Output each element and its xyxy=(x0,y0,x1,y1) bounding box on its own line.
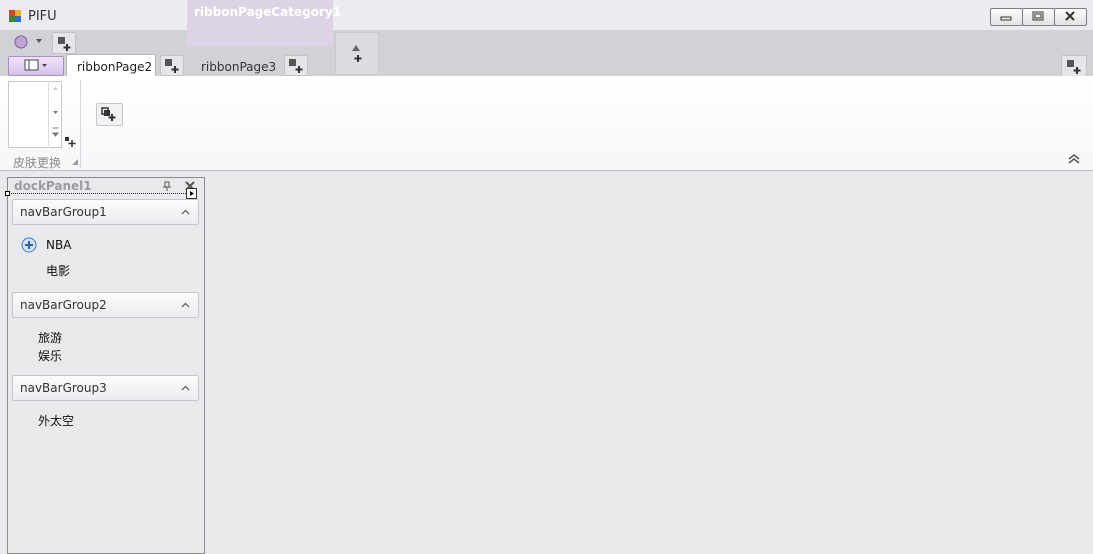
window-title: PIFU xyxy=(28,9,57,24)
pin-icon[interactable] xyxy=(162,181,172,191)
app-menu-icon[interactable] xyxy=(10,33,45,51)
chevron-up-icon[interactable] xyxy=(181,302,190,308)
app-icon xyxy=(9,10,21,22)
nav-item[interactable]: 娱乐 xyxy=(38,347,62,364)
nav-item[interactable]: 旅游 xyxy=(38,329,62,346)
nav-group-label: navBarGroup3 xyxy=(20,381,107,395)
add-item-icon xyxy=(1067,60,1081,74)
tab-add-button[interactable] xyxy=(160,55,184,76)
contextual-category-label: ribbonPageCategory1 xyxy=(194,5,341,19)
group-add-button[interactable] xyxy=(96,103,123,126)
nav-item[interactable]: NBA xyxy=(46,238,71,252)
workspace xyxy=(205,172,1093,552)
nav-item[interactable]: 电影 xyxy=(46,262,70,279)
add-item-icon xyxy=(58,37,71,51)
restore-icon xyxy=(1032,11,1044,21)
minimize-icon xyxy=(1000,16,1012,21)
chevron-up-icon[interactable] xyxy=(181,209,190,215)
category-add-button[interactable] xyxy=(335,32,379,75)
group-separator xyxy=(80,80,81,168)
add-item-icon xyxy=(101,107,116,121)
nav-group-label: navBarGroup2 xyxy=(20,298,107,312)
tab-add-button[interactable] xyxy=(284,55,308,76)
tab-ribbonpage3[interactable]: ribbonPage3 xyxy=(201,60,276,74)
collapse-ribbon-icon[interactable] xyxy=(1067,153,1081,165)
nav-item[interactable]: 外太空 xyxy=(38,412,74,429)
selection-outline xyxy=(7,193,190,195)
ribbon-group-caption: 皮肤更换 xyxy=(13,156,62,170)
dock-panel-caption: dockPanel1 xyxy=(14,179,92,193)
quick-access-add-button[interactable] xyxy=(52,32,76,54)
title-bar xyxy=(0,0,1093,31)
plus-circle-icon xyxy=(21,237,37,253)
application-button[interactable] xyxy=(8,56,64,76)
layout-icon xyxy=(24,59,47,71)
tab-ribbonpage2-label: ribbonPage2 xyxy=(77,60,153,74)
gallery-scroll-arrows-icon xyxy=(51,87,60,137)
ribbon-content xyxy=(0,76,1093,171)
page-header-add-button[interactable] xyxy=(1061,55,1087,77)
dock-panel xyxy=(7,177,205,554)
add-item-icon xyxy=(289,59,303,73)
add-item-icon[interactable] xyxy=(64,136,76,148)
restore-button[interactable] xyxy=(1022,8,1055,26)
add-item-icon xyxy=(165,59,179,73)
add-category-icon xyxy=(352,45,362,62)
nav-group-label: navBarGroup1 xyxy=(20,205,107,219)
close-button[interactable] xyxy=(1054,8,1087,26)
dialog-launcher-icon[interactable] xyxy=(72,159,79,166)
selection-handle[interactable] xyxy=(5,191,11,197)
gallery-scrollbar[interactable] xyxy=(48,81,62,146)
close-icon xyxy=(1065,11,1075,21)
minimize-button[interactable] xyxy=(990,8,1023,26)
chevron-up-icon[interactable] xyxy=(181,385,190,391)
